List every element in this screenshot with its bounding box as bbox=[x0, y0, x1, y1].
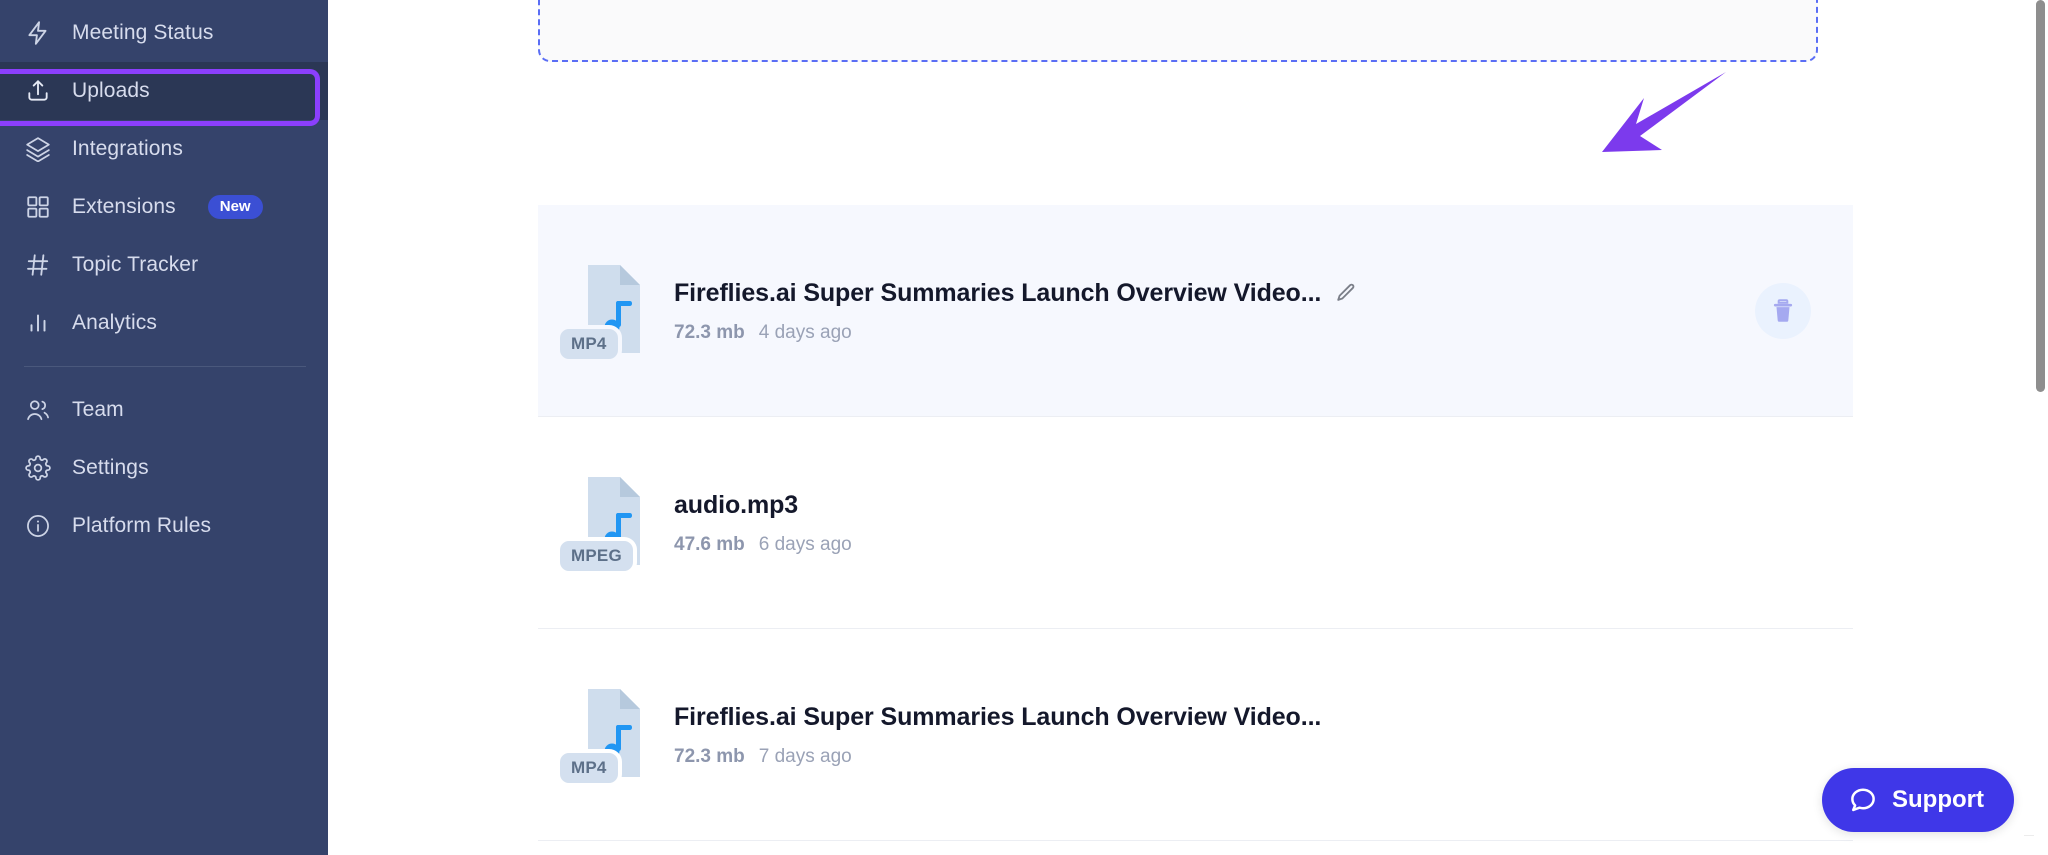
file-subtext: 47.6 mb 6 days ago bbox=[674, 534, 1833, 556]
upload-icon bbox=[24, 77, 52, 105]
people-icon bbox=[24, 396, 52, 424]
file-age: 4 days ago bbox=[758, 321, 852, 343]
lightning-icon bbox=[24, 19, 52, 47]
file-subtext: 72.3 mb 7 days ago bbox=[674, 746, 1833, 768]
sidebar-item-label: Meeting Status bbox=[72, 21, 214, 44]
support-button[interactable]: Support bbox=[1822, 768, 2014, 832]
file-details: Fireflies.ai Super Summaries Launch Over… bbox=[674, 279, 1755, 344]
annotation-arrow-icon bbox=[1602, 72, 1726, 152]
trash-icon bbox=[1773, 299, 1793, 322]
main-content: MP4 Fireflies.ai Super Summaries Launch … bbox=[328, 0, 2048, 855]
file-size: 72.3 mb bbox=[674, 321, 745, 343]
sidebar-item-extensions[interactable]: Extensions New bbox=[0, 178, 328, 236]
sidebar-item-uploads[interactable]: Uploads bbox=[0, 62, 328, 120]
audio-file-icon: MPEG bbox=[556, 469, 652, 577]
hash-icon bbox=[24, 251, 52, 279]
sidebar-item-label: Settings bbox=[72, 456, 149, 479]
info-icon bbox=[24, 512, 52, 540]
file-format-badge: MP4 bbox=[556, 325, 622, 363]
sidebar-divider bbox=[24, 366, 306, 367]
sidebar-item-label: Integrations bbox=[72, 137, 183, 160]
layers-icon bbox=[24, 135, 52, 163]
sidebar-item-integrations[interactable]: Integrations bbox=[0, 120, 328, 178]
uploads-file-list: MP4 Fireflies.ai Super Summaries Launch … bbox=[538, 205, 1853, 841]
table-row[interactable]: MP4 Fireflies.ai Super Summaries Launch … bbox=[538, 205, 1853, 417]
file-size: 47.6 mb bbox=[674, 533, 745, 555]
gear-icon bbox=[24, 454, 52, 482]
sidebar-item-label: Uploads bbox=[72, 79, 150, 102]
edit-pencil-icon[interactable] bbox=[1335, 282, 1357, 304]
sidebar-item-label: Platform Rules bbox=[72, 514, 212, 537]
sidebar-item-team[interactable]: Team bbox=[0, 381, 328, 439]
support-label: Support bbox=[1892, 786, 1984, 813]
file-subtext: 72.3 mb 4 days ago bbox=[674, 322, 1755, 344]
audio-file-icon: MP4 bbox=[556, 681, 652, 789]
sidebar-item-label: Analytics bbox=[72, 311, 157, 334]
sidebar-item-topic-tracker[interactable]: Topic Tracker bbox=[0, 236, 328, 294]
file-age: 6 days ago bbox=[758, 533, 852, 555]
sidebar: Meeting Status Uploads Integrations Exte… bbox=[0, 0, 328, 855]
sidebar-item-platform-rules[interactable]: Platform Rules bbox=[0, 497, 328, 555]
table-row[interactable]: MP4 Fireflies.ai Super Summaries Launch … bbox=[538, 629, 1853, 841]
sidebar-item-label: Extensions bbox=[72, 195, 176, 218]
status-badge-new: New bbox=[207, 195, 263, 219]
file-title-line: audio.mp3 bbox=[674, 491, 1833, 520]
file-title-line: Fireflies.ai Super Summaries Launch Over… bbox=[674, 703, 1833, 732]
bar-chart-icon bbox=[24, 309, 52, 337]
audio-file-icon: MP4 bbox=[556, 257, 652, 365]
grid-icon bbox=[24, 193, 52, 221]
file-size: 72.3 mb bbox=[674, 745, 745, 767]
scrollbar-thumb[interactable] bbox=[2036, 0, 2045, 392]
sidebar-item-analytics[interactable]: Analytics bbox=[0, 294, 328, 352]
sidebar-item-label: Team bbox=[72, 398, 124, 421]
sidebar-item-settings[interactable]: Settings bbox=[0, 439, 328, 497]
file-dropzone[interactable] bbox=[538, 0, 1818, 62]
file-format-badge: MPEG bbox=[556, 537, 637, 575]
file-age: 7 days ago bbox=[758, 745, 852, 767]
table-row[interactable]: MPEG audio.mp3 47.6 mb 6 days ago bbox=[538, 417, 1853, 629]
file-title-line: Fireflies.ai Super Summaries Launch Over… bbox=[674, 279, 1755, 308]
file-details: audio.mp3 47.6 mb 6 days ago bbox=[674, 491, 1833, 556]
sidebar-item-meeting-status[interactable]: Meeting Status bbox=[0, 4, 328, 62]
file-details: Fireflies.ai Super Summaries Launch Over… bbox=[674, 703, 1833, 768]
file-title: Fireflies.ai Super Summaries Launch Over… bbox=[674, 702, 1322, 731]
file-title: Fireflies.ai Super Summaries Launch Over… bbox=[674, 278, 1322, 307]
chat-bubble-icon bbox=[1851, 788, 1875, 812]
file-title: audio.mp3 bbox=[674, 490, 799, 519]
sidebar-item-label: Topic Tracker bbox=[72, 253, 199, 276]
delete-file-button[interactable] bbox=[1755, 283, 1811, 339]
file-format-badge: MP4 bbox=[556, 749, 622, 787]
app-root: Meeting Status Uploads Integrations Exte… bbox=[0, 0, 2048, 855]
